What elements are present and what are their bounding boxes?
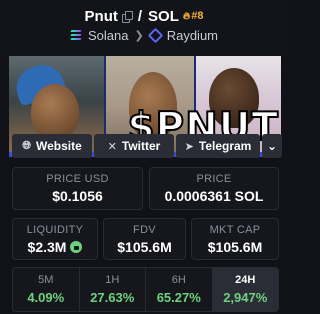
timeframe-change: 2,947% — [223, 290, 268, 305]
price-sol-label: PRICE — [196, 173, 232, 185]
timeframe-change: 4.09% — [27, 290, 65, 305]
price-sol-card: PRICE 0.0006361 SOL — [149, 167, 279, 210]
dex-name[interactable]: Raydium — [167, 28, 218, 43]
twitter-label: Twitter — [121, 139, 161, 153]
price-usd-card: PRICE USD $0.1056 — [12, 167, 143, 210]
timeframe-label: 1H — [105, 274, 120, 286]
timeframe-change: 27.63% — [90, 290, 135, 305]
market-cap-value: $105.6M — [207, 238, 263, 255]
telegram-icon: ➤ — [184, 140, 194, 153]
chevron-right-icon: ❯ — [134, 29, 144, 42]
market-cap-label: MKT CAP — [209, 223, 261, 236]
twitter-button[interactable]: ✕ Twitter — [94, 134, 174, 158]
pair-header: Pnut / SOL 🔥︎ #8 Solana ❯ Raydium — [0, 0, 288, 56]
liquidity-label: LIQUIDITY — [26, 223, 84, 236]
telegram-label: Telegram — [198, 139, 252, 153]
raydium-icon — [147, 27, 163, 43]
chain-name[interactable]: Solana — [88, 28, 128, 43]
timeframe-label: 24H — [235, 274, 256, 286]
market-cap-card: MKT CAP $105.6M — [191, 218, 279, 260]
timeframe-label: 5M — [38, 274, 54, 286]
tab-5m[interactable]: 5M 4.09% — [13, 268, 80, 311]
trending-rank-badge[interactable]: 🔥︎ #8 — [183, 10, 204, 22]
price-usd-value: $0.1056 — [52, 188, 103, 204]
copy-icon[interactable] — [121, 10, 133, 23]
fdv-card: FDV $105.6M — [103, 218, 186, 260]
more-links-button[interactable]: ⌄ — [262, 134, 282, 158]
trending-rank: #8 — [191, 10, 204, 22]
flame-icon: 🔥︎ — [182, 10, 191, 22]
globe-icon: 🌐︎ — [22, 139, 31, 152]
tab-6h[interactable]: 6H 65.27% — [146, 268, 213, 311]
liquidity-row: $2.3M — [28, 239, 83, 255]
pair-separator: / — [137, 7, 143, 25]
timeframe-label: 6H — [171, 274, 186, 286]
price-sol-value: 0.0006361 SOL — [164, 188, 264, 204]
liquidity-card: LIQUIDITY $2.3M — [12, 218, 98, 260]
telegram-button[interactable]: ➤ Telegram — [176, 134, 260, 158]
fdv-label: FDV — [133, 223, 156, 236]
tab-1h[interactable]: 1H 27.63% — [79, 268, 146, 311]
base-token-symbol: Pnut — [84, 7, 118, 25]
website-label: Website — [36, 139, 82, 153]
chain-dex-row: Solana ❯ Raydium — [0, 27, 288, 43]
tab-24h[interactable]: 24H 2,947% — [212, 268, 278, 311]
liquidity-value: $2.3M — [27, 238, 67, 255]
x-icon: ✕ — [107, 140, 117, 153]
timeframe-tabs: 5M 4.09% 1H 27.63% 6H 65.27% 24H 2,947% — [12, 267, 279, 312]
timeframe-change: 65.27% — [156, 290, 201, 305]
squirrel-shape — [31, 84, 79, 140]
chevron-down-icon: ⌄ — [266, 139, 278, 153]
solana-icon — [70, 30, 82, 40]
lock-icon[interactable] — [70, 240, 83, 253]
pair-title: Pnut / SOL 🔥︎ #8 — [0, 6, 288, 26]
fdv-value: $105.6M — [117, 238, 172, 255]
quote-token-symbol: SOL — [148, 7, 179, 25]
website-button[interactable]: 🌐︎ Website — [12, 134, 92, 158]
price-usd-label: PRICE USD — [46, 173, 109, 185]
social-links: 🌐︎ Website ✕ Twitter ➤ Telegram ⌄ — [12, 134, 282, 158]
